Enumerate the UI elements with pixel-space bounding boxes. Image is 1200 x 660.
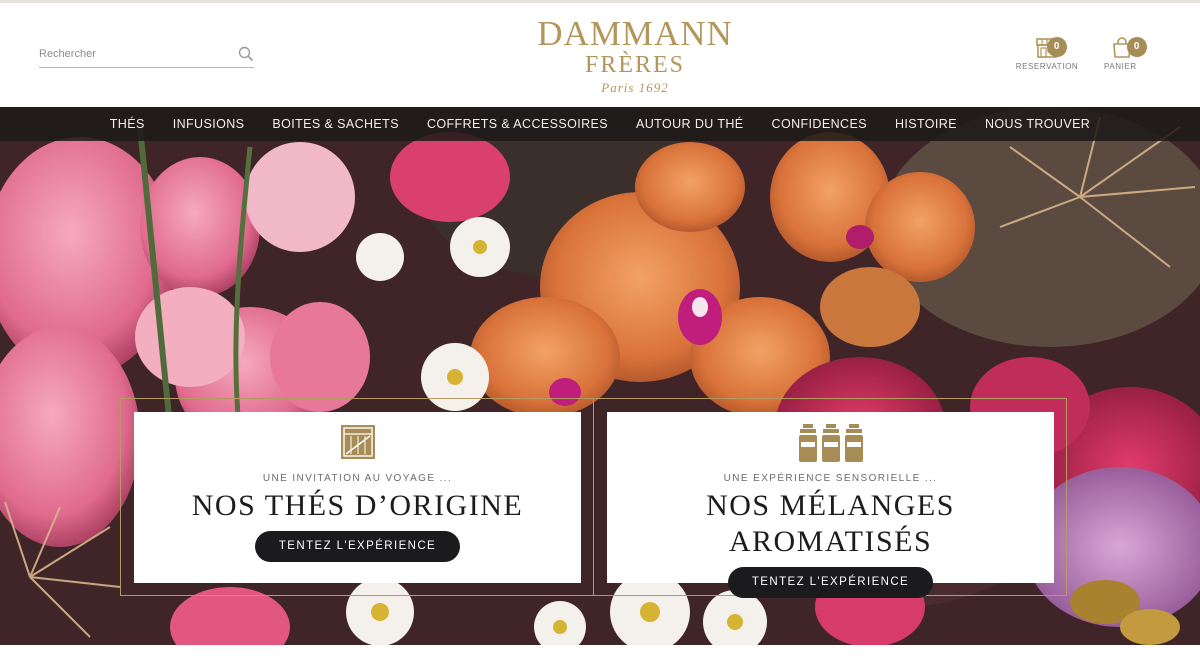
reservation-button[interactable]: 0 RESERVATION	[1012, 37, 1082, 71]
brand-logo[interactable]: DAMMANN FRÈRES Paris 1692	[500, 15, 770, 96]
nav-item-boites-sachets[interactable]: BOITES & SACHETS	[272, 117, 399, 131]
nav-item-histoire[interactable]: HISTOIRE	[895, 117, 957, 131]
flavored-blends-card[interactable]: UNE EXPÉRIENCE SENSORIELLE ... NOS MÉLAN…	[607, 412, 1054, 598]
card-subtitle: UNE EXPÉRIENCE SENSORIELLE ...	[723, 473, 938, 484]
cart-count-badge: 0	[1127, 37, 1147, 57]
card-title: NOS THÉS D’ORIGINE	[191, 489, 524, 522]
cart-button[interactable]: 0 PANIER	[1096, 37, 1148, 71]
nav-item-nous-trouver[interactable]: NOUS TROUVER	[985, 117, 1090, 131]
search-icon[interactable]	[238, 46, 254, 62]
card-subtitle: UNE INVITATION AU VOYAGE ...	[262, 473, 453, 484]
tea-jars-icon	[607, 424, 1054, 464]
origin-teas-card[interactable]: UNE INVITATION AU VOYAGE ... NOS THÉS D’…	[134, 412, 581, 583]
try-experience-button[interactable]: TENTEZ L'EXPÉRIENCE	[255, 531, 460, 562]
nav-item-infusions[interactable]: INFUSIONS	[173, 117, 245, 131]
reservation-label: RESERVATION	[1015, 62, 1079, 71]
search-input[interactable]	[39, 43, 229, 65]
reservation-count-badge: 0	[1047, 37, 1067, 57]
logo-line-2: FRÈRES	[584, 52, 686, 78]
tea-crate-icon	[134, 424, 581, 464]
card-title: NOS MÉLANGES AROMATISÉS	[706, 489, 955, 558]
nav-item-thes[interactable]: THÉS	[110, 117, 145, 131]
search-box	[39, 43, 254, 68]
nav-item-autour-du-the[interactable]: AUTOUR DU THÉ	[636, 117, 744, 131]
nav-item-coffrets-accessoires[interactable]: COFFRETS & ACCESSOIRES	[427, 117, 608, 131]
frame-divider	[593, 399, 594, 595]
try-experience-button[interactable]: TENTEZ L'EXPÉRIENCE	[728, 567, 933, 598]
logo-line-3: Paris 1692	[601, 80, 669, 95]
site-header: DAMMANN FRÈRES Paris 1692 0 RESERVATION	[0, 3, 1200, 107]
cart-label: PANIER	[1104, 62, 1137, 71]
nav-item-confidences[interactable]: CONFIDENCES	[772, 117, 867, 131]
logo-line-1: DAMMANN	[537, 14, 733, 53]
main-navigation: THÉS INFUSIONS BOITES & SACHETS COFFRETS…	[0, 107, 1200, 141]
